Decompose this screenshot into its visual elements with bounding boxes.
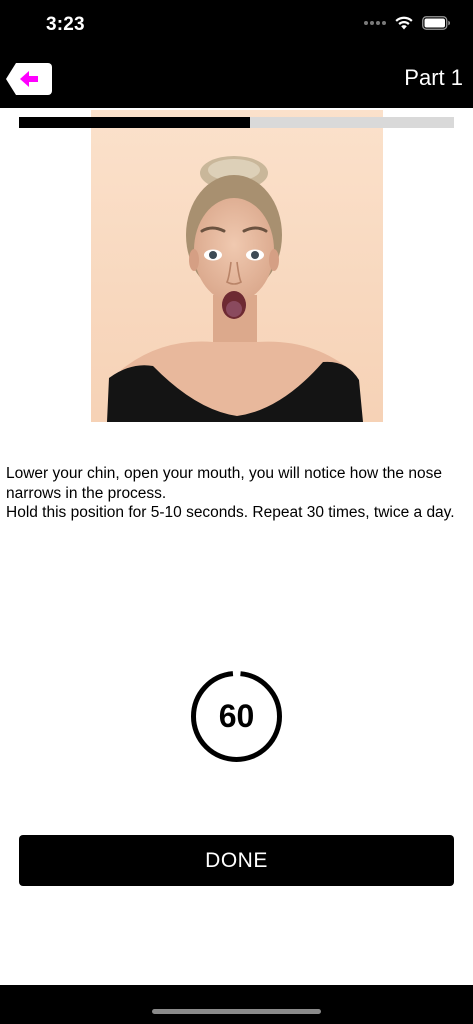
arrow-left-icon [6, 63, 52, 95]
status-icons [364, 15, 451, 30]
progress-fill [19, 117, 250, 128]
wifi-icon [395, 16, 413, 30]
countdown-timer: 60 [190, 670, 283, 763]
timer-value: 60 [218, 698, 255, 734]
home-indicator-area [0, 985, 473, 1024]
back-button[interactable] [6, 62, 52, 96]
status-bar: 3:23 [0, 0, 473, 52]
page-title: Part 1 [404, 65, 463, 90]
done-button[interactable]: DONE [19, 835, 454, 886]
status-time: 3:23 [46, 14, 85, 35]
progress-bar [19, 117, 454, 128]
battery-icon [422, 15, 450, 30]
home-indicator[interactable] [152, 1009, 321, 1014]
nav-bar: Part 1 [0, 52, 473, 108]
instruction-text: Lower your chin, open your mouth, you wi… [6, 464, 468, 523]
woman-open-mouth-photo [91, 110, 383, 422]
instruction-line: Lower your chin, open your mouth, you wi… [6, 465, 442, 502]
signal-dots-icon [364, 20, 386, 25]
instruction-line: Hold this position for 5-10 seconds. Rep… [6, 504, 455, 521]
